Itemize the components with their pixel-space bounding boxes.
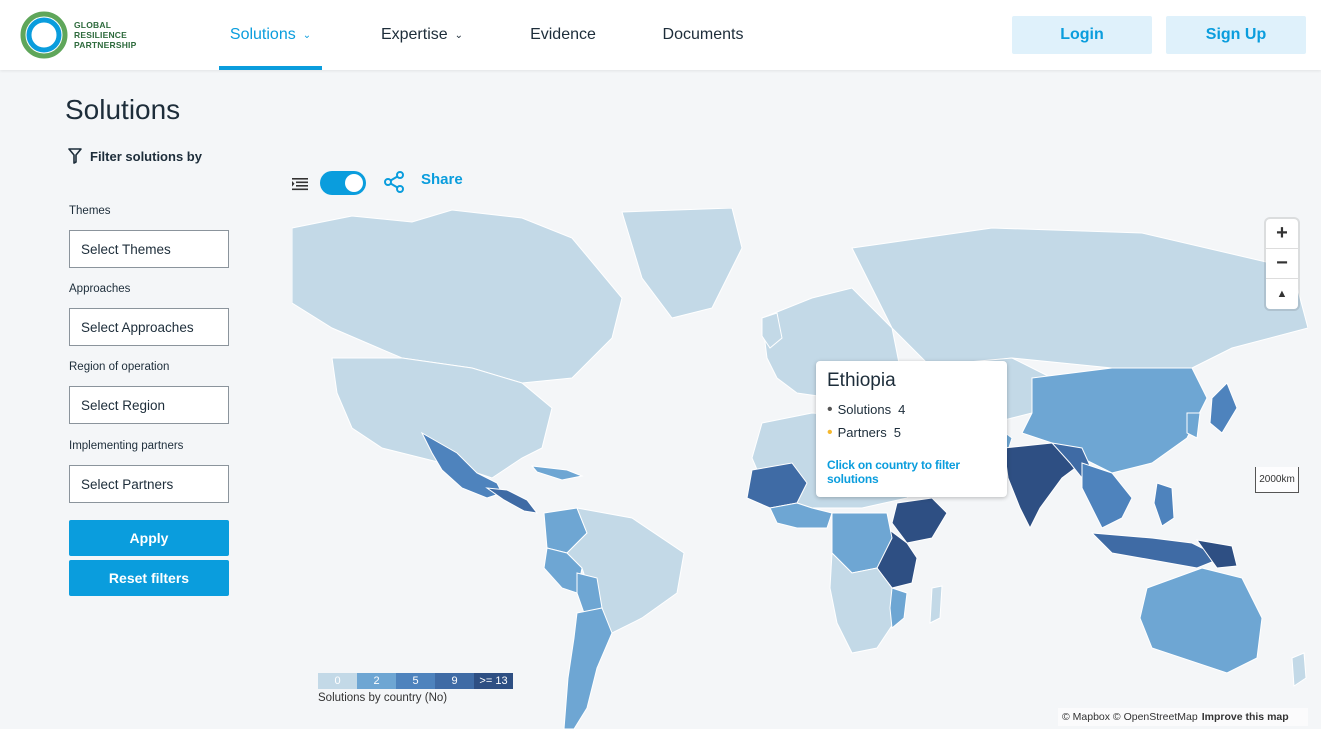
share-link[interactable]: Share xyxy=(421,171,463,188)
country-greenland xyxy=(621,208,743,319)
apply-button[interactable]: Apply xyxy=(69,520,229,556)
country-canada xyxy=(292,209,623,384)
country-tooltip: Ethiopia • Solutions 4 • Partners 5 Clic… xyxy=(816,361,1007,497)
nav-expertise-label: Expertise xyxy=(380,26,448,43)
signup-button[interactable]: Sign Up xyxy=(1166,16,1306,54)
nav-evidence[interactable]: Evidence xyxy=(523,0,603,70)
country-new-zealand xyxy=(1291,652,1307,687)
country-australia xyxy=(1139,567,1263,674)
themes-label: Themes xyxy=(69,205,111,217)
logo-text: GLOBAL RESILIENCE PARTNERSHIP xyxy=(74,20,137,50)
nav-documents-label: Documents xyxy=(662,26,744,43)
chevron-down-icon: ⌄ xyxy=(454,29,464,41)
partners-dot-icon: • xyxy=(827,423,833,441)
site-header: GLOBAL RESILIENCE PARTNERSHIP Solutions … xyxy=(0,0,1321,70)
attribution-text[interactable]: © Mapbox © OpenStreetMap xyxy=(1062,711,1198,723)
legend-item: 0 xyxy=(318,673,357,689)
gr-partnership-logo[interactable]: GLOBAL RESILIENCE PARTNERSHIP xyxy=(20,5,150,65)
reset-filters-button[interactable]: Reset filters xyxy=(69,560,229,596)
chevron-down-icon: ⌄ xyxy=(302,29,312,41)
list-view-icon[interactable] xyxy=(292,177,308,191)
nav-documents[interactable]: Documents xyxy=(655,0,751,70)
nav-solutions-label: Solutions xyxy=(229,26,296,43)
nav-evidence-label: Evidence xyxy=(530,26,596,43)
map-view-toggle[interactable] xyxy=(320,171,366,195)
region-select[interactable]: Select Region xyxy=(69,386,229,424)
country-caribbean xyxy=(530,465,584,481)
country-russia xyxy=(851,227,1308,369)
legend-item: >= 13 xyxy=(474,673,513,689)
compass-button[interactable]: ▲ xyxy=(1266,279,1298,309)
themes-select[interactable]: Select Themes xyxy=(69,230,229,268)
world-map-graphic xyxy=(292,208,1308,729)
world-map[interactable] xyxy=(292,208,1308,729)
tooltip-solutions-label: Solutions xyxy=(837,402,892,417)
country-madagascar xyxy=(929,585,943,624)
country-japan xyxy=(1209,382,1238,434)
nav-solutions[interactable]: Solutions ⌄ xyxy=(219,0,322,70)
zoom-in-button[interactable]: + xyxy=(1266,219,1298,249)
toggle-knob xyxy=(345,174,363,192)
zoom-out-button[interactable]: − xyxy=(1266,249,1298,279)
tooltip-country-name: Ethiopia xyxy=(827,370,896,391)
logo-line-3: PARTNERSHIP xyxy=(74,40,137,50)
map-legend: 0 2 5 9 >= 13 xyxy=(318,673,513,689)
login-button[interactable]: Login xyxy=(1012,16,1152,54)
logo-ring-icon xyxy=(20,11,68,59)
improve-map-link[interactable]: Improve this map xyxy=(1202,711,1289,723)
tooltip-solutions-row: • Solutions 4 xyxy=(827,400,996,418)
legend-item: 5 xyxy=(396,673,435,689)
country-indonesia xyxy=(1090,532,1224,569)
page-title: Solutions xyxy=(65,94,181,125)
partners-select[interactable]: Select Partners xyxy=(69,465,229,503)
legend-item: 2 xyxy=(357,673,396,689)
solutions-dot-icon: • xyxy=(827,400,833,418)
map-scale: 2000km xyxy=(1255,467,1299,493)
partners-label: Implementing partners xyxy=(69,440,184,452)
country-philippines xyxy=(1153,482,1175,527)
legend-item: 9 xyxy=(435,673,474,689)
zoom-controls: + − ▲ xyxy=(1266,219,1298,309)
tooltip-partners-row: • Partners 5 xyxy=(827,423,996,441)
filter-by-country-link[interactable]: Click on country to filter solutions xyxy=(827,458,996,486)
country-argentina-chile xyxy=(563,607,613,729)
country-korea xyxy=(1186,412,1201,439)
country-southeast-asia xyxy=(1081,462,1133,529)
region-label: Region of operation xyxy=(69,361,170,373)
nav-expertise[interactable]: Expertise ⌄ xyxy=(372,0,472,70)
map-attribution: © Mapbox © OpenStreetMap Improve this ma… xyxy=(1058,708,1308,726)
tooltip-partners-label: Partners xyxy=(837,425,887,440)
filter-heading: Filter solutions by xyxy=(68,148,202,164)
country-central-america xyxy=(485,487,539,514)
country-mozambique xyxy=(889,587,908,629)
logo-line-2: RESILIENCE xyxy=(74,30,128,40)
approaches-select[interactable]: Select Approaches xyxy=(69,308,229,346)
filter-heading-label: Filter solutions by xyxy=(90,148,202,164)
filter-icon xyxy=(68,148,82,164)
logo-line-1: GLOBAL xyxy=(74,20,112,30)
tooltip-partners-value: 5 xyxy=(893,425,901,440)
approaches-label: Approaches xyxy=(69,283,131,295)
tooltip-solutions-value: 4 xyxy=(898,402,906,417)
share-icon[interactable] xyxy=(382,170,406,194)
legend-caption: Solutions by country (No) xyxy=(318,692,448,704)
country-ethiopia xyxy=(891,497,948,544)
